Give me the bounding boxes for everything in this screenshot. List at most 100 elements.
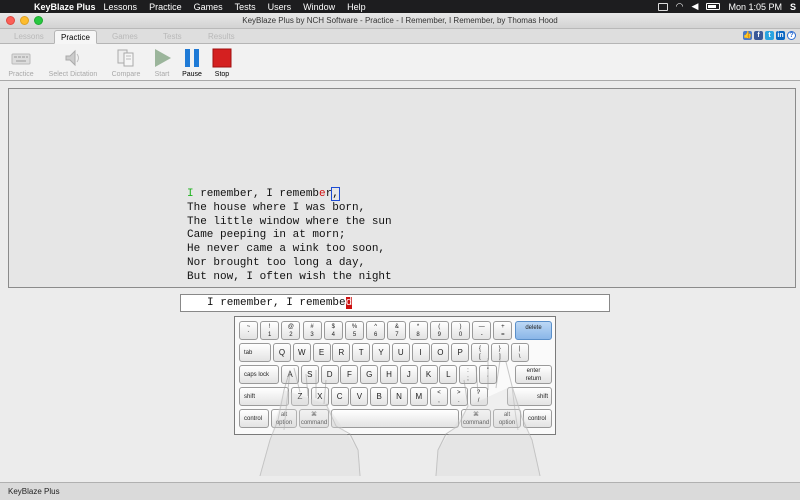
key-g[interactable]: G <box>360 365 379 384</box>
key-d[interactable]: D <box>320 365 339 384</box>
user-menu[interactable]: S <box>790 2 796 12</box>
menu-games[interactable]: Games <box>194 2 223 12</box>
stop-button[interactable]: Stop <box>210 47 234 78</box>
key--[interactable]: — - <box>472 321 492 340</box>
key-o[interactable]: O <box>431 343 450 362</box>
key-q[interactable]: Q <box>273 343 291 362</box>
key-control-left[interactable]: control <box>239 409 269 428</box>
clock[interactable]: Mon 1:05 PM <box>728 2 782 12</box>
key-\[interactable]: | \ <box>510 343 529 362</box>
linkedin-icon[interactable]: in <box>776 31 785 40</box>
select-dictation-button[interactable]: Select Dictation <box>44 47 102 78</box>
key-m[interactable]: M <box>409 387 428 406</box>
like-icon[interactable]: 👍 <box>743 31 752 40</box>
key-h[interactable]: H <box>380 365 398 384</box>
key-i[interactable]: I <box>411 343 430 362</box>
typing-input[interactable]: I remember, I remembed <box>180 294 610 312</box>
key-f[interactable]: F <box>340 365 359 384</box>
key-option-right[interactable]: alt option <box>493 409 521 428</box>
practice-button[interactable]: Practice <box>6 47 36 78</box>
battery-icon[interactable] <box>706 3 721 10</box>
key-`[interactable]: ~ ` <box>239 321 258 340</box>
volume-icon[interactable]: ◀ <box>692 1 699 12</box>
key-][interactable]: }] <box>490 343 509 362</box>
key-option-left[interactable]: alt option <box>271 409 297 428</box>
keyboard-icon <box>10 47 32 69</box>
passage-line1-middle: remember, I rememb <box>193 188 320 200</box>
key-e[interactable]: E <box>312 343 331 362</box>
key-delete[interactable]: delete <box>515 321 552 340</box>
tab-games[interactable]: Games <box>106 30 144 44</box>
key-symbol-r4-0[interactable]: <, <box>430 387 448 406</box>
menu-app-name[interactable]: KeyBlaze Plus <box>34 2 96 12</box>
current-char-cursor: , <box>331 187 340 201</box>
key-space[interactable] <box>331 409 459 428</box>
menu-tests[interactable]: Tests <box>235 2 256 12</box>
tab-results[interactable]: Results <box>202 30 241 44</box>
key-9[interactable]: (9 <box>429 321 449 340</box>
key-w[interactable]: W <box>292 343 311 362</box>
key-control-right[interactable]: control <box>523 409 552 428</box>
key-command-right[interactable]: ⌘ command <box>461 409 491 428</box>
key-y[interactable]: Y <box>372 343 390 362</box>
play-icon <box>151 47 173 69</box>
key-l[interactable]: L <box>439 365 458 384</box>
tab-practice[interactable]: Practice <box>54 30 97 44</box>
key-t[interactable]: T <box>352 343 371 362</box>
menu-lessons[interactable]: Lessons <box>104 2 138 12</box>
compare-documents-icon <box>115 47 137 69</box>
key-shift-right[interactable]: shift <box>507 387 552 406</box>
key-shift-left[interactable]: shift <box>239 387 289 406</box>
key-command-left[interactable]: ⌘ command <box>299 409 329 428</box>
status-bar: KeyBlaze Plus <box>0 482 800 500</box>
compare-button[interactable]: Compare <box>109 47 143 78</box>
key-j[interactable]: J <box>399 365 418 384</box>
key-s[interactable]: S <box>300 365 319 384</box>
key-a[interactable]: A <box>281 365 299 384</box>
stop-label: Stop <box>214 71 230 78</box>
menu-window[interactable]: Window <box>303 2 335 12</box>
key-symbol-r4-2[interactable]: ? / <box>469 387 488 406</box>
key-0[interactable]: ) 0 <box>451 321 470 340</box>
key-2[interactable]: @2 <box>281 321 301 340</box>
pause-button[interactable]: Pause <box>180 47 204 78</box>
key-tab[interactable]: tab <box>239 343 271 362</box>
tab-tests[interactable]: Tests <box>157 30 188 44</box>
airplay-icon[interactable] <box>657 2 668 11</box>
key-enter[interactable]: enter return <box>515 365 552 384</box>
key-5[interactable]: % 5 <box>345 321 364 340</box>
help-icon[interactable]: ? <box>787 31 796 40</box>
key-c[interactable]: C <box>330 387 349 406</box>
key-z[interactable]: Z <box>291 387 309 406</box>
key-4[interactable]: $4 <box>323 321 343 340</box>
key-u[interactable]: U <box>391 343 410 362</box>
key-symbol-1[interactable]: " ' <box>478 365 497 384</box>
start-button[interactable]: Start <box>150 47 174 78</box>
key-[[interactable]: {[ <box>471 343 489 362</box>
menu-users[interactable]: Users <box>268 2 292 12</box>
twitter-icon[interactable]: t <box>765 31 774 40</box>
key-6[interactable]: ^ 6 <box>366 321 386 340</box>
key-symbol-0[interactable]: :; <box>459 365 477 384</box>
key-3[interactable]: #3 <box>302 321 322 340</box>
key-symbol-r4-1[interactable]: >. <box>449 387 468 406</box>
key-b[interactable]: B <box>370 387 389 406</box>
wifi-icon[interactable]: ◠ <box>676 1 684 12</box>
compare-label: Compare <box>111 71 141 78</box>
key-n[interactable]: N <box>390 387 408 406</box>
key-x[interactable]: X <box>310 387 329 406</box>
tab-lessons[interactable]: Lessons <box>8 30 50 44</box>
key-1[interactable]: ! 1 <box>260 321 280 340</box>
menu-practice[interactable]: Practice <box>149 2 182 12</box>
key-r[interactable]: R <box>332 343 351 362</box>
key-7[interactable]: & 7 <box>387 321 407 340</box>
facebook-icon[interactable]: f <box>754 31 763 40</box>
key-=[interactable]: + = <box>493 321 513 340</box>
key-8[interactable]: * 8 <box>408 321 428 340</box>
key-p[interactable]: P <box>451 343 470 362</box>
menu-help[interactable]: Help <box>347 2 366 12</box>
key-v[interactable]: V <box>350 387 369 406</box>
key-caps-lock[interactable]: caps lock <box>239 365 279 384</box>
practice-label: Practice <box>8 71 34 78</box>
key-k[interactable]: K <box>419 365 438 384</box>
